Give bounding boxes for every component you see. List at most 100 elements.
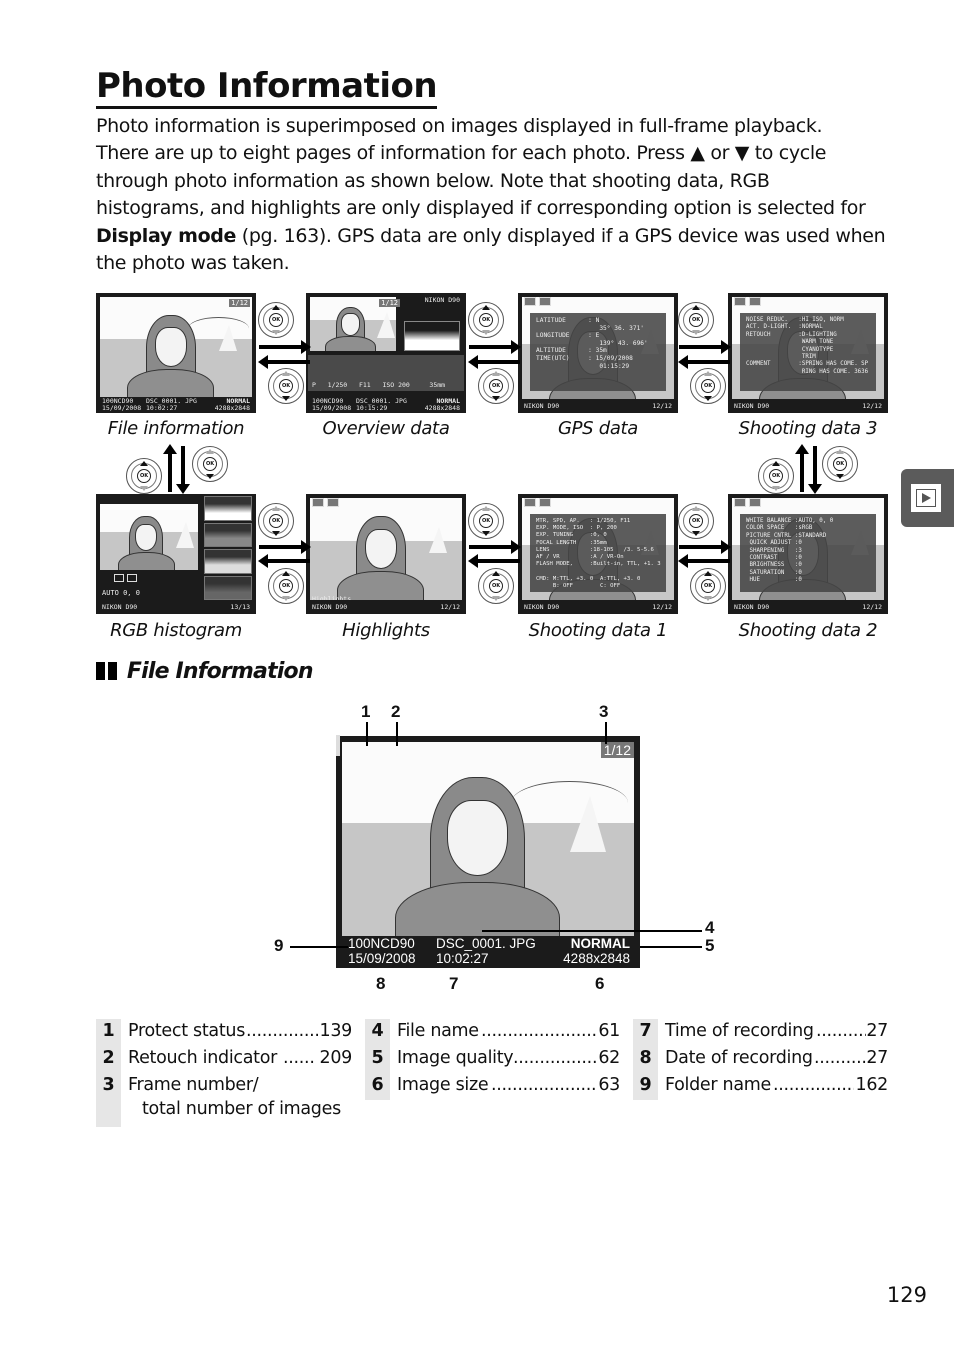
dots: ....................................	[513, 1048, 596, 1068]
page-ref-link[interactable]: 162	[855, 1073, 888, 1097]
histogram-red	[204, 522, 252, 547]
camera-model: NIKON D90	[734, 402, 770, 410]
bar: 100NCD90 DSC_0001. JPG NORMAL 15/09/2008…	[96, 397, 256, 413]
item-number: 5	[365, 1046, 390, 1073]
arrow-right	[259, 340, 311, 354]
page-ref-link[interactable]: 62	[598, 1046, 620, 1070]
intro-line: (pg. 163). GPS data are only displayed i…	[236, 224, 886, 247]
dn	[206, 474, 214, 479]
bar: 100NCD90 DSC_0001. JPG NORMAL 15/09/2008…	[348, 936, 634, 966]
protect-icon	[524, 297, 536, 306]
page-ref-link[interactable]: 61	[598, 1019, 620, 1043]
ok: OK	[489, 379, 503, 393]
intro-paragraph: Photo information is superimposed on ima…	[96, 113, 896, 277]
icons	[524, 297, 551, 306]
caption-highlights: Highlights	[342, 620, 430, 641]
intro-line: the photo was taken.	[96, 252, 290, 275]
retouch-icon	[127, 574, 137, 582]
item-number: 7	[633, 1019, 658, 1046]
body	[325, 335, 376, 351]
bar: NIKON D90 13/13	[96, 600, 256, 614]
histogram-all	[204, 496, 252, 521]
playback-icon	[911, 484, 941, 512]
dn	[836, 474, 844, 479]
protect-icon	[524, 498, 536, 507]
arrow-left	[678, 355, 730, 369]
abs: P 1/250 F11 ISO 200 35mm AUTO 0, 0 sRGB …	[308, 355, 464, 391]
camera-model: NIKON D90	[524, 402, 560, 410]
callout-1: 1	[361, 702, 371, 721]
body	[117, 551, 175, 570]
arrow-up	[163, 444, 177, 492]
dots: ........................................…	[491, 1075, 596, 1095]
dots: ....................	[814, 1048, 866, 1068]
multi-selector-down: OK	[468, 503, 504, 539]
frame-number: 12/12	[862, 402, 882, 410]
photo	[100, 504, 198, 570]
up	[206, 449, 214, 454]
dn	[272, 330, 280, 335]
ok: OK	[833, 457, 847, 471]
frame-number: 1/12	[229, 299, 250, 307]
up	[492, 571, 500, 576]
up	[282, 371, 290, 376]
ok: OK	[203, 457, 217, 471]
playback-section-tab[interactable]	[901, 469, 954, 527]
page-ref-link[interactable]: 209	[319, 1046, 352, 1070]
page-ref-link[interactable]: 27	[866, 1046, 888, 1070]
intro-line: histograms, and highlights are only disp…	[96, 197, 866, 220]
reference-item: 9 Folder name ..........................…	[633, 1073, 888, 1100]
arrow-down	[808, 446, 822, 494]
arrow-right	[679, 340, 731, 354]
arrow-up	[795, 444, 809, 492]
item-number: 2	[96, 1046, 121, 1073]
dn	[140, 486, 148, 491]
page-ref-link[interactable]: 63	[598, 1073, 620, 1097]
histogram	[404, 321, 460, 351]
section-heading: File Information	[96, 659, 314, 684]
recording-time: 10:02:27	[146, 404, 178, 412]
arrow-left	[468, 355, 520, 369]
frame-number: 1/12	[600, 742, 634, 758]
histogram-green	[204, 549, 252, 574]
multi-selector-up: OK	[758, 458, 794, 494]
caption-gps: GPS data	[557, 418, 639, 439]
dn	[282, 396, 290, 401]
reference-item: 1 Protect status .......................…	[96, 1019, 352, 1046]
multi-selector-down: OK	[268, 368, 304, 404]
screen-shooting-data-2: WHITE BALANCE :AUTO, 0, 0 COLOR SPACE :s…	[728, 494, 888, 614]
caption-shooting-data-2: Shooting data 2	[738, 620, 878, 641]
icons	[734, 498, 761, 507]
multi-selector-up: OK	[690, 568, 726, 604]
sail	[377, 312, 396, 339]
multi-selector-up: OK	[268, 568, 304, 604]
up	[272, 305, 280, 310]
gps-info: LATITUDE : N 35° 36. 371' LONGITUDE : E …	[530, 313, 666, 391]
up	[692, 305, 700, 310]
up	[692, 506, 700, 511]
ok: OK	[269, 313, 283, 327]
caption-overview: Overview data	[322, 418, 450, 439]
icons	[312, 498, 339, 507]
reference-item: 2 Retouch indicator ....................…	[96, 1046, 352, 1073]
callout-3: 3	[599, 702, 609, 721]
screen-shooting-data-3: NOISE REDUC. :HI ISO, NORM ACT. D-LIGHT.…	[728, 293, 888, 413]
image-size: 4288x2848	[563, 951, 630, 966]
face	[135, 523, 157, 551]
multi-selector-down: OK	[678, 503, 714, 539]
abs	[114, 574, 137, 582]
dn	[492, 396, 500, 401]
face	[447, 800, 508, 876]
bar: NIKON D90 12/12	[728, 600, 888, 614]
shooting-data-2-info: WHITE BALANCE :AUTO, 0, 0 COLOR SPACE :s…	[740, 514, 876, 592]
page-ref-link[interactable]: 139	[319, 1019, 352, 1043]
frame-number: 12/12	[440, 603, 460, 611]
file-information-screen: 1/12 100NCD90 DSC_0001. JPG NORMAL 15/09…	[336, 735, 640, 968]
sail	[176, 522, 195, 549]
page-ref-link[interactable]: 27	[866, 1019, 888, 1043]
cline	[605, 722, 607, 744]
caption-rgb-histogram: RGB histogram	[110, 620, 242, 641]
up	[482, 506, 490, 511]
retouch-icon	[539, 498, 551, 507]
photo	[100, 297, 252, 397]
